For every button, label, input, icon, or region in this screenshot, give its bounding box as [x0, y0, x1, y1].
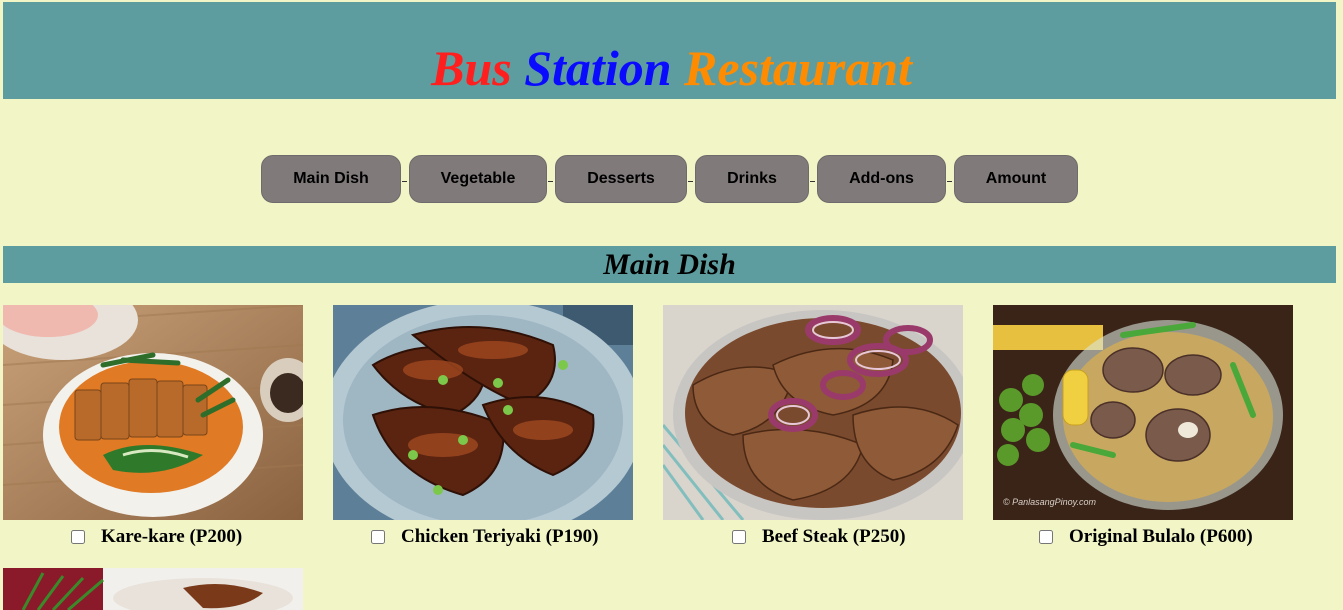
amount-button[interactable]: Amount	[954, 155, 1078, 203]
add-ons-button[interactable]: Add-ons	[817, 155, 946, 203]
drinks-button[interactable]: Drinks	[695, 155, 809, 203]
dish-label: Original Bulalo (P600)	[1069, 526, 1253, 547]
page: Bus Station Restaurant Main Dish Vegetab…	[0, 0, 1343, 610]
dish-label: Chicken Teriyaki (P190)	[401, 526, 599, 547]
kare-kare-checkbox[interactable]	[71, 530, 85, 544]
section-header: Main Dish	[3, 246, 1336, 283]
chicken-teriyaki-checkbox[interactable]	[371, 530, 385, 544]
chicken-teriyaki-image	[333, 305, 633, 520]
dish-item: Kare-kare (P200)	[71, 526, 242, 548]
dish-item: Chicken Teriyaki (P190)	[371, 526, 598, 548]
nav-separator	[688, 181, 693, 182]
vegetable-button[interactable]: Vegetable	[409, 155, 547, 203]
beef-steak-image	[663, 305, 963, 520]
next-dish-image	[3, 568, 303, 610]
desserts-button[interactable]: Desserts	[555, 155, 687, 203]
main-dish-button[interactable]: Main Dish	[261, 155, 401, 203]
bulalo-image: © PanlasangPinoy.com	[993, 305, 1293, 520]
nav-separator	[947, 181, 952, 182]
svg-text:© PanlasangPinoy.com: © PanlasangPinoy.com	[1003, 497, 1097, 507]
kare-kare-image	[3, 305, 303, 520]
nav-separator	[402, 181, 407, 182]
nav-separator	[810, 181, 815, 182]
nav-separator	[548, 181, 553, 182]
category-nav: Main Dish Vegetable Desserts Drinks Add-…	[0, 155, 1343, 203]
title-word-restaurant: Restaurant	[684, 40, 912, 96]
dish-label: Kare-kare (P200)	[101, 526, 243, 547]
page-title: Bus Station Restaurant	[0, 40, 1343, 96]
dish-item: Original Bulalo (P600)	[1039, 526, 1253, 548]
beef-steak-checkbox[interactable]	[732, 530, 746, 544]
section-title: Main Dish	[603, 248, 736, 281]
title-word-bus: Bus	[431, 40, 512, 96]
dish-label: Beef Steak (P250)	[762, 526, 906, 547]
title-word-station: Station	[524, 40, 672, 96]
dish-item: Beef Steak (P250)	[732, 526, 906, 548]
bulalo-checkbox[interactable]	[1039, 530, 1053, 544]
